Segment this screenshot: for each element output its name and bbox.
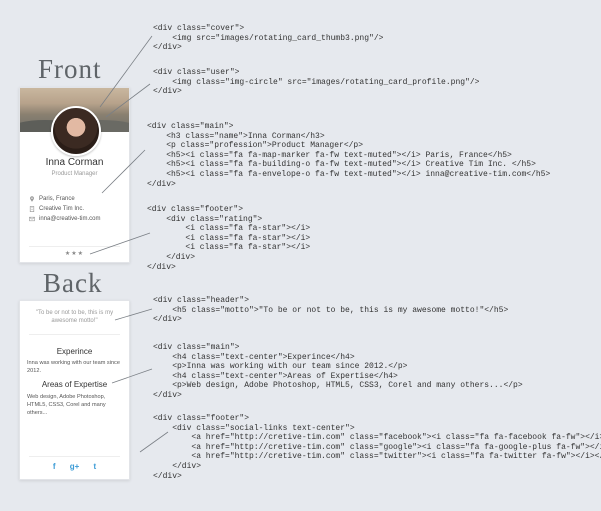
expertise-heading: Areas of Expertise	[41, 380, 108, 389]
profile-profession: Product Manager	[51, 171, 98, 177]
expertise-text: Web design, Adobe Photoshop, HTML5, CSS3…	[27, 394, 106, 416]
email-text: inna@creative-tim.com	[39, 216, 101, 222]
back-card: "To be or not to be, this is my awesome …	[19, 300, 130, 480]
building-icon	[29, 206, 35, 212]
profile-avatar	[51, 106, 101, 156]
envelope-icon	[29, 216, 35, 222]
map-marker-icon	[30, 196, 34, 202]
profile-name: Inna Corman	[45, 157, 104, 168]
back-footer-divider	[29, 456, 120, 457]
motto-text: "To be or not to be, this is my awesome …	[35, 310, 114, 324]
code-cover: <div class="cover"> <img src="images/rot…	[153, 24, 384, 53]
front-card: Inna Corman Product Manager Paris, Franc…	[19, 87, 130, 263]
location-row: Paris, France	[29, 196, 75, 202]
social-links: f g+ t	[20, 462, 129, 471]
back-label: Back	[43, 268, 103, 298]
location-text: Paris, France	[39, 196, 75, 202]
email-row: inna@creative-tim.com	[29, 216, 100, 222]
code-header-back: <div class="header"> <h5 class="motto">"…	[153, 296, 509, 325]
front-label: Front	[38, 54, 102, 84]
google-plus-icon[interactable]: g+	[70, 462, 80, 471]
header-divider	[29, 334, 120, 335]
code-main-back: <div class="main"> <h4 class="text-cente…	[153, 343, 523, 400]
company-text: Creative Tim Inc.	[39, 206, 85, 212]
code-footer-back: <div class="footer"> <div class="social-…	[153, 414, 601, 481]
twitter-icon[interactable]: t	[94, 462, 97, 471]
code-user: <div class="user"> <img class="img-circl…	[153, 68, 480, 97]
experience-text: Inna was working with our team since 201…	[27, 360, 120, 374]
facebook-icon[interactable]: f	[53, 462, 56, 471]
company-row: Creative Tim Inc.	[29, 206, 84, 212]
code-main-front: <div class="main"> <h3 class="name">Inna…	[147, 122, 551, 189]
rating-stars: ★★★	[64, 251, 85, 257]
code-footer-front: <div class="footer"> <div class="rating"…	[147, 205, 311, 272]
experience-heading: Experince	[56, 347, 93, 356]
footer-divider	[29, 246, 120, 247]
